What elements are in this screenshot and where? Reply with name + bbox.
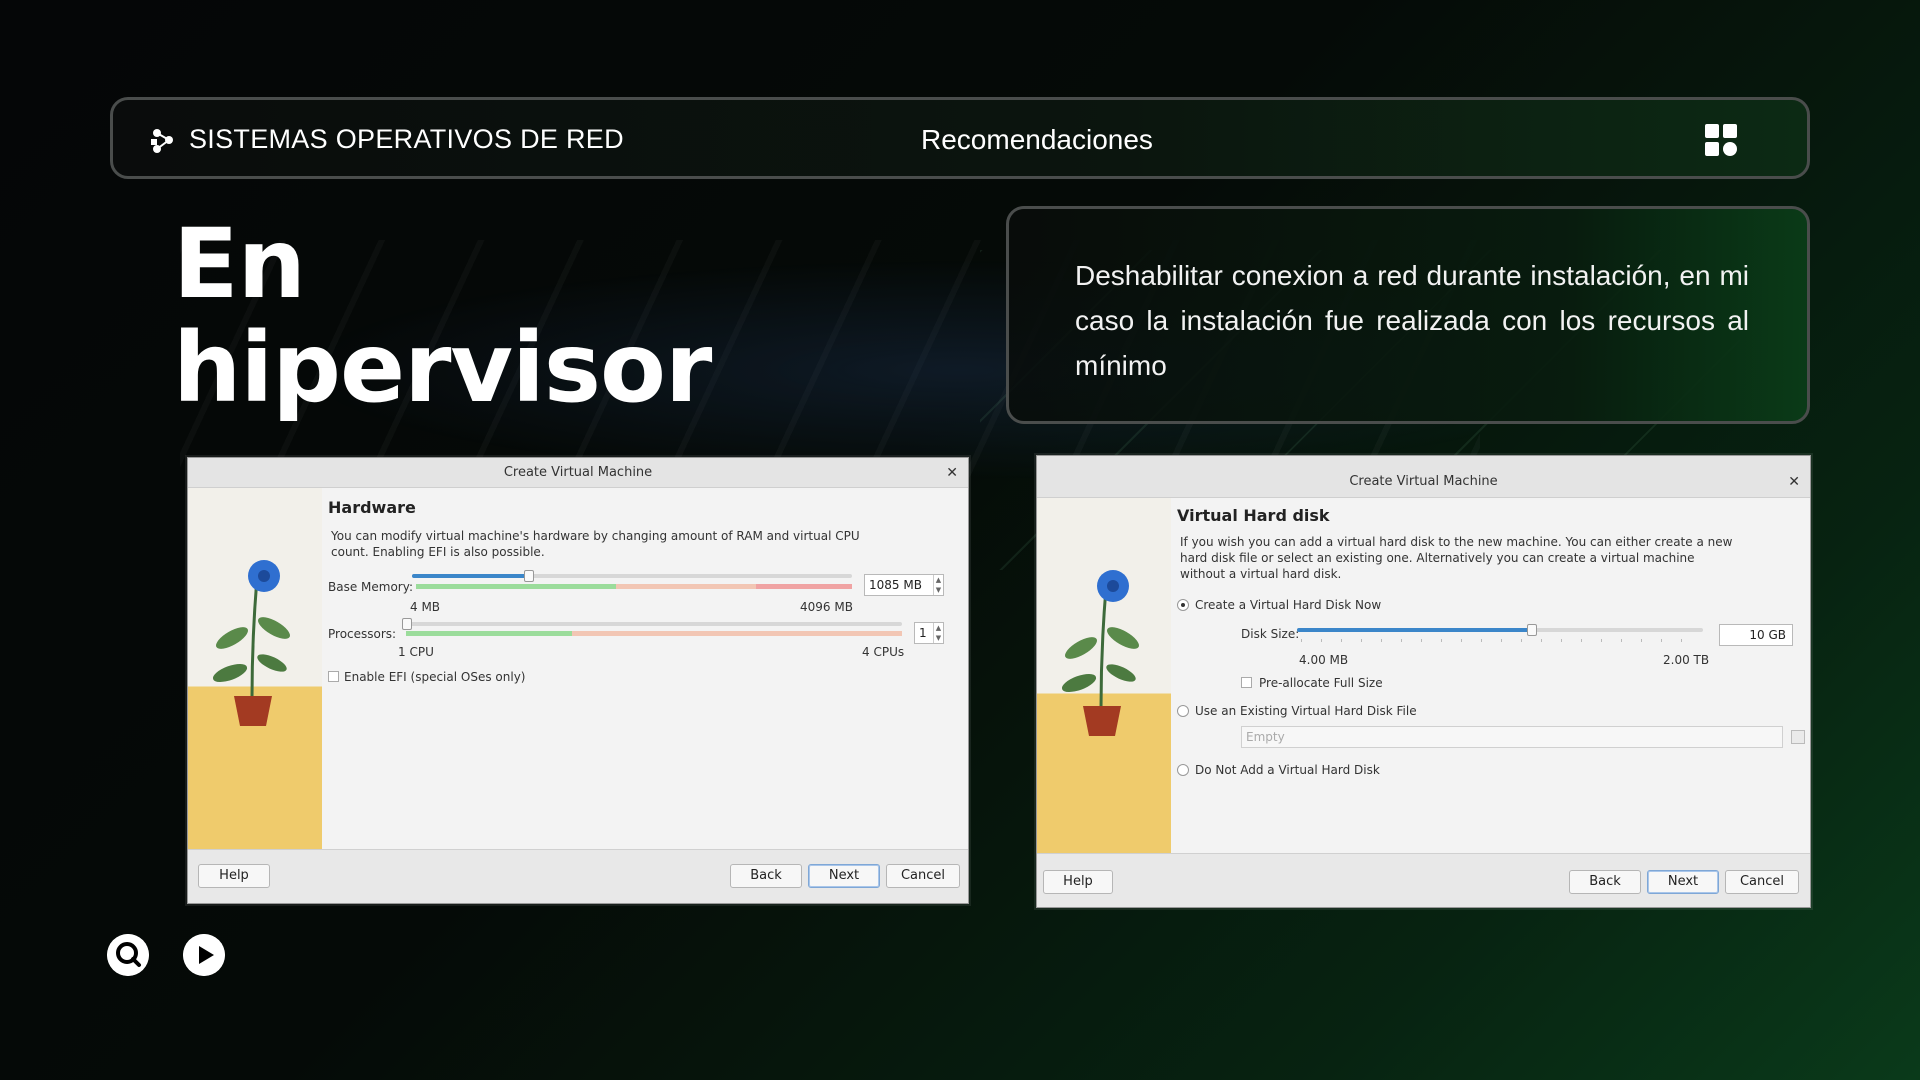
folder-icon[interactable]	[1791, 730, 1805, 744]
no-disk-label: Do Not Add a Virtual Hard Disk	[1195, 763, 1380, 777]
plant-illustration	[1061, 570, 1139, 736]
note-card: Deshabilitar conexion a red durante inst…	[1006, 206, 1810, 424]
disk-size-slider[interactable]	[1297, 624, 1703, 636]
preallocate-checkbox[interactable]	[1241, 677, 1252, 688]
disk-size-label: Disk Size:	[1241, 627, 1300, 641]
next-button[interactable]: Next	[1647, 870, 1719, 894]
wizard-content: Virtual Hard disk If you wish you can ad…	[1171, 498, 1810, 853]
cpu-warn-range	[572, 631, 902, 636]
play-icon[interactable]	[183, 934, 225, 976]
processors-min-label: 1 CPU	[398, 645, 434, 659]
wizard-illustration	[188, 488, 322, 849]
slider-ticks	[1301, 639, 1701, 642]
page-title-line1: En	[173, 208, 306, 320]
help-button[interactable]: Help	[1043, 870, 1113, 894]
search-icon[interactable]	[107, 934, 149, 976]
cancel-button[interactable]: Cancel	[886, 864, 960, 888]
header-title: SISTEMAS OPERATIVOS DE RED	[189, 124, 624, 154]
create-disk-radio[interactable]	[1177, 599, 1189, 611]
disk-size-input[interactable]: 10 GB	[1719, 624, 1793, 646]
step-description: If you wish you can add a virtual hard d…	[1180, 535, 1733, 581]
processors-value: 1	[919, 626, 927, 640]
page-title-line2: hipervisor	[173, 312, 712, 424]
no-disk-radio[interactable]	[1177, 764, 1189, 776]
back-button[interactable]: Back	[1569, 870, 1641, 894]
window-title: Create Virtual Machine	[1037, 456, 1810, 498]
spin-arrows-icon[interactable]: ▲ ▼	[933, 623, 943, 643]
network-nodes-icon	[151, 129, 173, 153]
step-heading: Hardware	[328, 498, 416, 517]
efi-label: Enable EFI (special OSes only)	[344, 670, 526, 684]
step-description: You can modify virtual machine's hardwar…	[331, 529, 860, 559]
efi-checkbox[interactable]	[328, 671, 339, 682]
spin-arrows-icon[interactable]: ▲ ▼	[933, 575, 943, 595]
memory-min-label: 4 MB	[410, 600, 441, 614]
memory-label: Base Memory:	[328, 580, 414, 594]
grid-icon[interactable]	[1705, 124, 1737, 156]
hard-disk-dialog: Create Virtual Machine ✕ Virtual Hard di…	[1036, 455, 1811, 908]
processors-max-label: 4 CPUs	[862, 645, 905, 659]
memory-slider-handle[interactable]	[523, 570, 534, 582]
disk-min-label: 4.00 MB	[1299, 653, 1349, 667]
plant-illustration	[212, 560, 290, 726]
processors-label: Processors:	[328, 627, 397, 641]
close-icon[interactable]: ✕	[946, 458, 958, 488]
memory-max-label: 4096 MB	[800, 600, 853, 614]
back-button[interactable]: Back	[730, 864, 802, 888]
disk-size-slider-handle[interactable]	[1527, 624, 1538, 636]
disk-max-label: 2.00 TB	[1663, 653, 1710, 667]
page-title: En hipervisor	[173, 208, 712, 424]
existing-disk-label: Use an Existing Virtual Hard Disk File	[1195, 704, 1417, 718]
memory-slider-fill	[412, 574, 529, 578]
create-disk-label: Create a Virtual Hard Disk Now	[1195, 598, 1382, 612]
memory-slider[interactable]	[412, 570, 852, 582]
cpu-safe-range	[406, 631, 572, 636]
existing-disk-radio[interactable]	[1177, 705, 1189, 717]
hardware-dialog: Create Virtual Machine ✕ Hardware You ca…	[187, 457, 969, 904]
preallocate-label: Pre-allocate Full Size	[1259, 676, 1383, 690]
processors-slider-handle[interactable]	[402, 618, 412, 630]
section-title: Recomendaciones	[921, 124, 1153, 155]
existing-disk-combo[interactable]: Empty	[1241, 726, 1783, 748]
next-button[interactable]: Next	[808, 864, 880, 888]
help-button[interactable]: Help	[198, 864, 270, 888]
memory-warn-range	[616, 584, 756, 589]
cancel-button[interactable]: Cancel	[1725, 870, 1799, 894]
processors-slider[interactable]	[402, 618, 902, 630]
wizard-content: Hardware You can modify virtual machine'…	[322, 488, 968, 849]
dialog-footer: Help Back Next Cancel	[188, 849, 968, 903]
wizard-illustration	[1037, 498, 1171, 853]
header-bar: SISTEMAS OPERATIVOS DE RED Recomendacion…	[110, 97, 1810, 179]
window-title: Create Virtual Machine	[188, 458, 968, 488]
dialog-footer: Help Back Next Cancel	[1037, 853, 1810, 907]
step-heading: Virtual Hard disk	[1177, 506, 1330, 525]
memory-danger-range	[756, 584, 852, 589]
note-text: Deshabilitar conexion a red durante inst…	[1075, 260, 1749, 381]
memory-spinbox[interactable]: 1085 MB ▲ ▼	[864, 574, 944, 596]
disk-size-slider-fill	[1297, 628, 1533, 632]
memory-safe-range	[416, 584, 616, 589]
memory-value: 1085 MB	[869, 578, 922, 592]
processors-spinbox[interactable]: 1 ▲ ▼	[914, 622, 944, 644]
